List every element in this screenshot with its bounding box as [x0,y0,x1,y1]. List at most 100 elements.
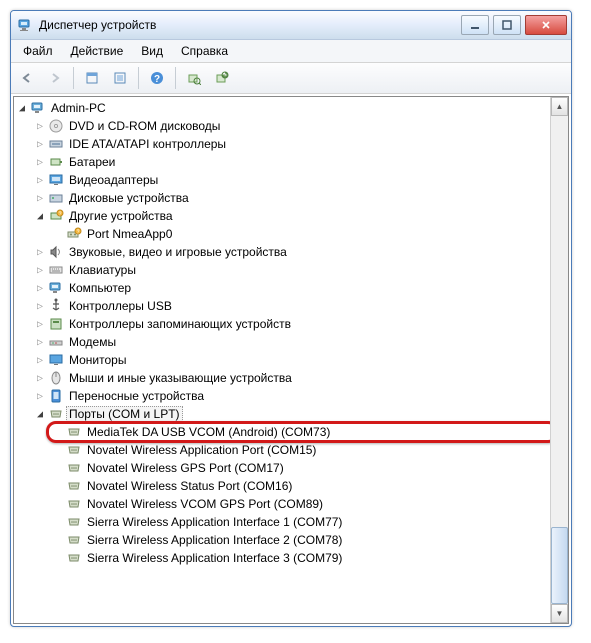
tree-item[interactable]: ·Novatel Wireless VCOM GPS Port (COM89) [52,495,550,513]
forward-button[interactable] [43,66,67,90]
expand-icon[interactable]: ▷ [34,120,46,132]
properties-button[interactable] [108,66,132,90]
tree-item[interactable]: ▷ Звуковые, видео и игровые устройства [34,243,550,261]
expand-icon[interactable]: ▷ [34,174,46,186]
tree-item-label: MediaTek DA USB VCOM (Android) (COM73) [84,424,333,440]
scroll-thumb[interactable] [551,527,568,604]
scan-hardware-button[interactable] [182,66,206,90]
show-hidden-button[interactable] [80,66,104,90]
minimize-button[interactable] [461,15,489,35]
tree-item-label: Клавиатуры [66,262,139,278]
menu-help[interactable]: Справка [173,42,236,60]
svg-text:?: ? [77,230,80,236]
tree-item[interactable]: ◢Admin-PC [16,99,550,117]
tree-item-label: Порты (COM и LPT) [66,406,183,422]
tree-item[interactable]: ·MediaTek DA USB VCOM (Android) (COM73) [52,423,550,441]
tree-item[interactable]: ▷ Модемы [34,333,550,351]
com-port-icon [66,442,82,458]
menu-view[interactable]: Вид [133,42,171,60]
mouse-icon [48,370,64,386]
collapse-icon[interactable]: ◢ [16,102,28,114]
tree-item[interactable]: ◢? Другие устройства [34,207,550,225]
expand-icon[interactable]: ▷ [34,192,46,204]
com-port-icon [66,424,82,440]
tree-item[interactable]: ▷ Мыши и иные указывающие устройства [34,369,550,387]
maximize-button[interactable] [493,15,521,35]
com-port-icon [66,478,82,494]
computer-icon [30,100,46,116]
storage-controller-icon [48,316,64,332]
toolbar: ? [11,63,571,94]
tree-item[interactable]: ▷ DVD и CD-ROM дисководы [34,117,550,135]
portable-device-icon [48,388,64,404]
tree-item-label: Звуковые, видео и игровые устройства [66,244,290,260]
expand-icon[interactable]: ▷ [34,300,46,312]
computer-icon [48,280,64,296]
tree-item[interactable]: ·Novatel Wireless GPS Port (COM17) [52,459,550,477]
scroll-down-button[interactable]: ▼ [551,604,568,623]
tree-item-label: Видеоадаптеры [66,172,161,188]
tree-item-label: Другие устройства [66,208,176,224]
tree-item[interactable]: ·Sierra Wireless Application Interface 2… [52,531,550,549]
tree-item[interactable]: ▷Компьютер [34,279,550,297]
tree-item[interactable]: ·Novatel Wireless Application Port (COM1… [52,441,550,459]
tree-item[interactable]: ·Sierra Wireless Application Interface 3… [52,549,550,567]
tree-item[interactable]: ▷ Батареи [34,153,550,171]
tree-item[interactable]: ▷ Клавиатуры [34,261,550,279]
expand-icon[interactable]: ▷ [34,372,46,384]
tree-item[interactable]: ▷IDE ATA/ATAPI контроллеры [34,135,550,153]
expand-icon[interactable]: ▷ [34,318,46,330]
expand-icon[interactable]: ▷ [34,354,46,366]
tree-item[interactable]: ·?Port NmeaApp0 [52,225,550,243]
svg-text:?: ? [59,212,62,218]
tree-item[interactable]: ▷ Мониторы [34,351,550,369]
tree-item[interactable]: ▷ Переносные устройства [34,387,550,405]
device-manager-icon [17,17,33,33]
tree-item-label: Novatel Wireless Status Port (COM16) [84,478,295,494]
help-button[interactable]: ? [145,66,169,90]
tree-item[interactable]: ◢ Порты (COM и LPT) [34,405,550,423]
tree-item[interactable]: ·Novatel Wireless Status Port (COM16) [52,477,550,495]
com-port-icon [66,496,82,512]
usb-icon [48,298,64,314]
tree-item-label: Переносные устройства [66,388,207,404]
toolbar-separator [138,67,139,89]
collapse-icon[interactable]: ◢ [34,210,46,222]
tree-item[interactable]: ▷Контроллеры USB [34,297,550,315]
svg-text:?: ? [154,74,160,85]
tree-item-label: Контроллеры запоминающих устройств [66,316,294,332]
menu-action[interactable]: Действие [63,42,132,60]
close-button[interactable] [525,15,567,35]
tree-item[interactable]: ▷Дисковые устройства [34,189,550,207]
expand-icon[interactable]: ▷ [34,390,46,402]
tree-item[interactable]: ▷ Контроллеры запоминающих устройств [34,315,550,333]
menu-file[interactable]: Файл [15,42,61,60]
toolbar-separator [175,67,176,89]
tree-item[interactable]: ·Sierra Wireless Application Interface 1… [52,513,550,531]
com-port-icon [66,532,82,548]
expand-icon[interactable]: ▷ [34,156,46,168]
battery-icon [48,154,64,170]
tree-item-label: Мыши и иные указывающие устройства [66,370,295,386]
expand-icon[interactable]: ▷ [34,264,46,276]
scroll-track[interactable] [551,116,568,604]
update-driver-button[interactable] [210,66,234,90]
scroll-up-button[interactable]: ▲ [551,97,568,116]
vertical-scrollbar[interactable]: ▲ ▼ [550,97,568,623]
tree-item-label: Novatel Wireless VCOM GPS Port (COM89) [84,496,326,512]
expand-icon[interactable]: ▷ [34,138,46,150]
collapse-icon[interactable]: ◢ [34,408,46,420]
device-tree[interactable]: ◢Admin-PC ▷ DVD и CD-ROM дисководы▷IDE ATA… [14,97,550,623]
tree-item[interactable]: ▷ Видеоадаптеры [34,171,550,189]
tree-item-label: DVD и CD-ROM дисководы [66,118,223,134]
tree-item-label: Батареи [66,154,118,170]
back-button[interactable] [15,66,39,90]
unknown-port-icon: ? [66,226,82,242]
com-port-icon [66,550,82,566]
expand-icon[interactable]: ▷ [34,246,46,258]
expand-icon[interactable]: ▷ [34,282,46,294]
tree-item-label: Модемы [66,334,119,350]
titlebar: Диспетчер устройств [11,11,571,40]
expand-icon[interactable]: ▷ [34,336,46,348]
tree-item-label: Мониторы [66,352,129,368]
